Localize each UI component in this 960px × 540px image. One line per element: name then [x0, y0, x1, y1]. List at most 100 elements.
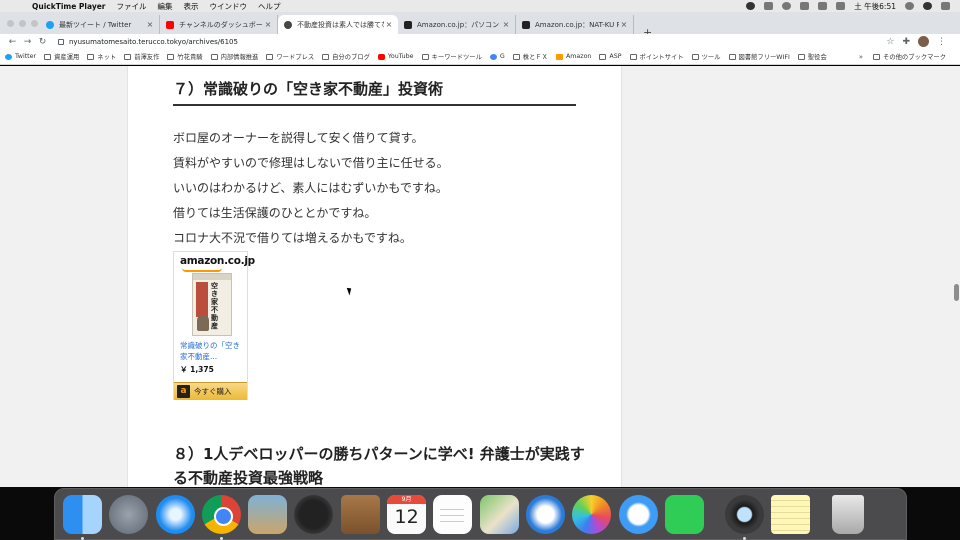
menu-help[interactable]: ヘルプ — [258, 1, 281, 12]
mail-stamp-icon[interactable] — [248, 494, 288, 534]
tab-title: 不動産投資は素人では勝てない — [297, 20, 384, 29]
bookmarks-overflow-chevron-icon[interactable]: » — [859, 53, 863, 61]
buy-now-label: 今すぐ購入 — [194, 387, 232, 396]
bookmark-folder[interactable]: 前澤友作 — [124, 52, 159, 61]
bookmark-folder[interactable]: ASP — [599, 53, 622, 60]
spotlight-icon[interactable] — [905, 2, 914, 10]
messages-icon[interactable] — [618, 494, 658, 534]
folder-icon — [797, 53, 805, 60]
volume-icon[interactable] — [800, 2, 810, 10]
bookmark-label: 図書館フリーWIFI — [738, 54, 790, 61]
dashboard-icon[interactable] — [294, 494, 334, 534]
bookmark-folder[interactable]: ポイントサイト — [629, 52, 684, 61]
zoom-window-button[interactable] — [31, 20, 38, 27]
menu-edit[interactable]: 編集 — [158, 1, 173, 12]
forward-arrow-icon[interactable]: → — [20, 37, 35, 47]
menu-clock[interactable]: 土 午後6:51 — [854, 1, 896, 12]
folder-icon — [124, 53, 132, 60]
bookmark-google[interactable]: G — [489, 53, 505, 60]
facetime-icon[interactable] — [664, 494, 704, 534]
amazon-icon — [522, 20, 530, 29]
url-text[interactable]: nyusumatomesaito.terucco.tokyo/archives/… — [69, 38, 238, 46]
close-icon[interactable]: × — [145, 20, 155, 29]
macos-menu-bar: QuickTime Player ファイル 編集 表示 ウインドウ ヘルプ 土 … — [0, 0, 960, 12]
mail-icon[interactable] — [525, 494, 565, 534]
bookmark-folder[interactable]: ツール — [691, 52, 721, 61]
tab-amazon-pc[interactable]: Amazon.co.jp：パソコン × — [398, 15, 516, 34]
tab-amazon-stand[interactable]: Amazon.co.jp：NAT-KU PC スタンド × — [516, 15, 634, 34]
wifi-icon[interactable] — [782, 2, 792, 10]
bookmark-folder[interactable]: キーワードツール — [421, 52, 482, 61]
bookmark-label: 聖役会 — [807, 54, 827, 61]
menu-file[interactable]: ファイル — [117, 1, 147, 12]
bookmark-folder[interactable]: 自分のブログ — [322, 52, 370, 61]
tab-youtube[interactable]: チャンネルのダッシュボード - YouTube × — [160, 15, 278, 34]
bookmark-folder[interactable]: 内部情報推進 — [210, 52, 258, 61]
close-icon[interactable]: × — [619, 20, 629, 29]
trash-icon[interactable] — [831, 494, 864, 534]
bookmark-other[interactable]: その他のブックマーク — [873, 52, 946, 61]
bookmark-folder[interactable]: ネット — [87, 52, 116, 61]
bookmark-star-icon[interactable]: ☆ — [886, 37, 894, 47]
contacts-icon[interactable] — [340, 494, 380, 534]
extensions-puzzle-icon[interactable]: ✚ — [902, 37, 910, 47]
window-controls — [7, 20, 38, 27]
amazon-logo: amazon.co.jp — [180, 255, 255, 267]
page-scrollbar-thumb[interactable] — [954, 284, 959, 301]
minimize-window-button[interactable] — [19, 20, 26, 27]
launchpad-icon[interactable] — [109, 494, 149, 534]
reload-icon[interactable]: ↻ — [35, 37, 50, 47]
bookmark-twitter[interactable]: Twitter — [5, 53, 36, 60]
menu-view[interactable]: 表示 — [184, 1, 199, 12]
amazon-product-card: amazon.co.jp 空き家不動産 常識破りの「空き家不動産... ￥ 1,… — [173, 251, 255, 400]
bookmark-label: キーワードツール — [431, 54, 482, 61]
bookmark-folder[interactable]: 聖役会 — [797, 52, 827, 61]
profile-avatar[interactable] — [918, 36, 929, 47]
book-cover-image[interactable]: 空き家不動産 — [192, 273, 232, 336]
user-icon[interactable] — [923, 2, 932, 10]
bookmark-label: 資産運用 — [54, 54, 80, 61]
battery-icon[interactable] — [818, 2, 828, 10]
running-indicator — [219, 536, 223, 540]
bookmark-youtube[interactable]: YouTube — [377, 53, 414, 60]
page-viewport[interactable]: ７）常識破りの「空き家不動産」投資術 ボロ屋のオーナーを説得して安く借りて貸す。… — [0, 66, 960, 487]
app-menu-name[interactable]: QuickTime Player — [32, 2, 106, 11]
photos-icon[interactable] — [572, 494, 612, 534]
bookmark-label: YouTube — [387, 53, 414, 60]
close-window-button[interactable] — [7, 20, 14, 27]
control-center-icon[interactable] — [941, 2, 950, 10]
tab-active-article[interactable]: 不動産投資は素人では勝てない × — [278, 15, 398, 34]
menu-window[interactable]: ウインドウ — [210, 1, 248, 12]
bookmark-folder[interactable]: 資産運用 — [44, 52, 79, 61]
chrome-icon[interactable] — [201, 494, 241, 540]
bookmark-label: Amazon — [565, 53, 592, 60]
article-body: ７）常識破りの「空き家不動産」投資術 ボロ屋のオーナーを説得して安く借りて貸す。… — [127, 66, 622, 487]
finder-icon[interactable] — [63, 494, 102, 540]
tab-twitter[interactable]: 最新ツイート / Twitter × — [40, 15, 160, 34]
quicktime-icon[interactable] — [725, 494, 765, 540]
close-icon[interactable]: × — [263, 20, 273, 29]
back-arrow-icon[interactable]: ← — [5, 37, 20, 47]
bookmark-folder[interactable]: ワードプレス — [266, 52, 314, 61]
product-title-link[interactable]: 常識破りの「空き家不動産... — [180, 340, 246, 362]
bookmark-folder[interactable]: 竹花貴騎 — [167, 52, 203, 61]
close-icon[interactable]: × — [384, 20, 394, 29]
bookmark-folder[interactable]: 図書館フリーWIFI — [728, 52, 790, 61]
tab-strip: 最新ツイート / Twitter × チャンネルのダッシュボード - YouTu… — [0, 12, 960, 39]
calendar-icon[interactable]: 9月 12 — [387, 494, 427, 534]
more-menu-icon[interactable]: ⋮ — [937, 37, 946, 47]
buy-now-button[interactable]: a 今すぐ購入 — [174, 382, 247, 400]
bookmark-label: Twitter — [15, 53, 37, 60]
bookmark-folder[interactable]: 株とＦＸ — [512, 52, 548, 61]
safari-icon[interactable] — [155, 494, 195, 534]
close-icon[interactable]: × — [501, 20, 511, 29]
input-method-icon[interactable] — [836, 2, 846, 10]
maps-icon[interactable] — [479, 494, 519, 534]
address-bar[interactable]: nyusumatomesaito.terucco.tokyo/archives/… — [58, 38, 886, 46]
screen-mirror-icon[interactable] — [764, 2, 774, 10]
bookmark-amazon[interactable]: Amazon — [555, 53, 592, 60]
notes-icon[interactable] — [771, 494, 811, 534]
reminders-icon[interactable] — [433, 494, 473, 534]
record-icon[interactable] — [746, 2, 756, 10]
paragraph: コロナ大不況で借りては増えるかもですね。 — [173, 231, 412, 245]
